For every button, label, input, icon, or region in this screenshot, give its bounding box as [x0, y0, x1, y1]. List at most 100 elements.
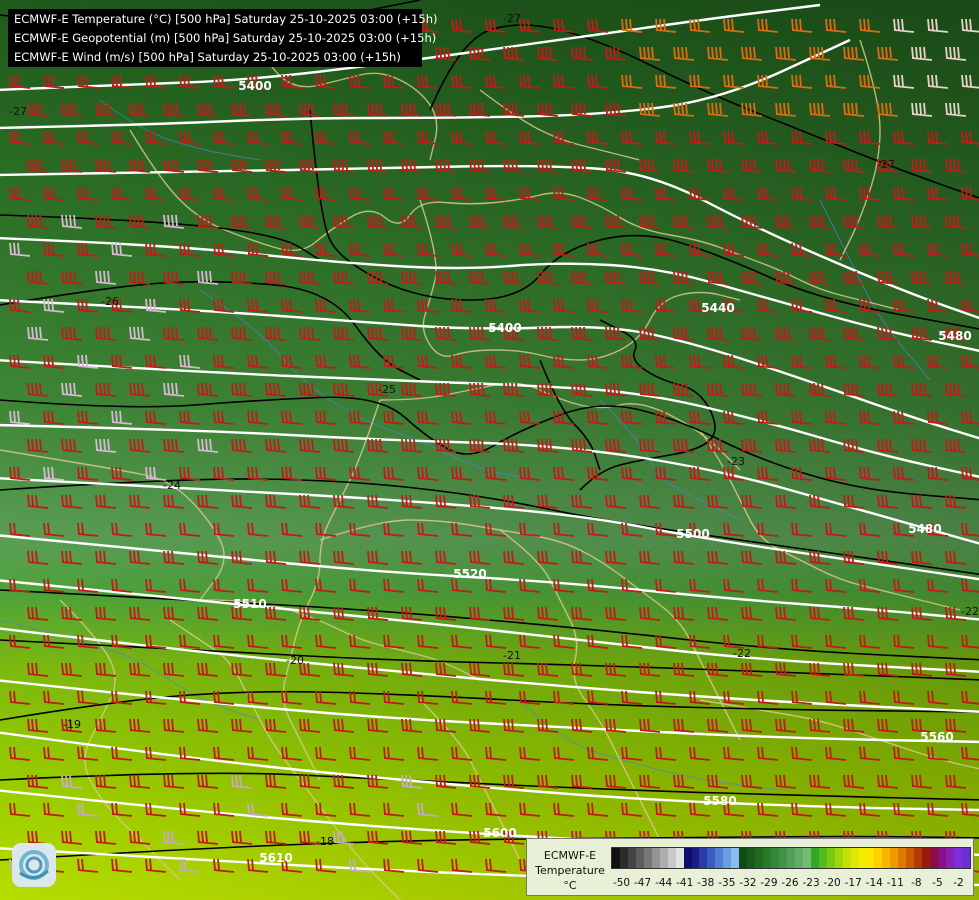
legend-swatch-2 [627, 848, 636, 868]
isotherm-label-1: -27 [877, 158, 895, 171]
legend-tick-13: -11 [886, 877, 904, 889]
legend-swatch-25 [810, 848, 819, 868]
legend-swatch-15 [731, 848, 740, 868]
geopotential-label-0: 5400 [238, 79, 271, 93]
legend-swatch-7 [667, 848, 676, 868]
map-title-box: ECMWF-E Temperature (°C) [500 hPa] Satur… [8, 9, 438, 67]
legend-swatch-16 [739, 848, 748, 868]
legend-swatch-17 [747, 848, 756, 868]
legend-swatch-29 [842, 848, 851, 868]
geopotential-label-7: 5510 [233, 597, 266, 611]
legend-tick-10: -20 [823, 877, 841, 889]
legend-swatch-31 [858, 848, 867, 868]
legend-swatch-24 [802, 848, 811, 868]
legend-swatch-38 [914, 848, 923, 868]
legend-tick-12: -14 [865, 877, 883, 889]
isotherm-label-12: -18 [316, 835, 334, 848]
isotherm-label-11: -19 [63, 718, 81, 731]
legend-tick-5: -35 [718, 877, 736, 889]
logo-icon[interactable] [12, 843, 56, 887]
legend-tick-0: -50 [612, 877, 631, 889]
legend-swatch-14 [723, 848, 732, 868]
geopotential-label-11: 5610 [259, 851, 292, 865]
legend-swatch-13 [715, 848, 724, 868]
legend-swatch-5 [651, 848, 660, 868]
isotherm-label-9: -21 [503, 649, 521, 662]
weather-map[interactable]: 5400 5400 5440 5480 5500 5480 5520 5510 5560 5580… [0, 0, 979, 900]
legend-unit: °C [563, 879, 577, 892]
legend-ticks: -50 -47 -44 -41 -38 -35 -32 -29 -26 -23 -20 -17 -14-… [611, 877, 969, 891]
legend-swatch-26 [818, 848, 827, 868]
legend-swatch-3 [635, 848, 644, 868]
legend-swatch-10 [691, 848, 700, 868]
legend-swatch-43 [953, 848, 962, 868]
legend-colorbar [611, 847, 971, 869]
legend-swatch-27 [826, 848, 835, 868]
legend-swatch-30 [850, 848, 859, 868]
isotherm-label-8: -22 [961, 605, 979, 618]
legend-swatch-19 [763, 848, 772, 868]
legend-title-line1: ECMWF-E [543, 849, 597, 862]
isotherm-label-7: -22 [733, 647, 751, 660]
legend-tick-6: -32 [739, 877, 757, 889]
legend-swatch-18 [755, 848, 764, 868]
isotherm-label-10: -20 [286, 654, 304, 667]
legend-swatch-22 [786, 848, 795, 868]
legend-swatch-0 [612, 848, 620, 868]
isotherm-label-3: -26 [101, 295, 119, 308]
geopotential-label-9: 5580 [703, 794, 736, 808]
isotherm-label-5: -24 [163, 479, 181, 492]
legend-tick-3: -41 [676, 877, 694, 889]
legend-title-line2: Temperature [535, 864, 605, 877]
isotherm-label-6: -23 [727, 455, 745, 468]
legend-tick-4: -38 [697, 877, 715, 889]
legend-tick-2: -44 [655, 877, 673, 889]
legend-tick-14: -8 [911, 877, 922, 889]
legend-swatch-44 [961, 848, 970, 868]
title-line-wind: ECMWF-E Wind (m/s) [500 hPa] Saturday 25… [14, 50, 401, 64]
legend-tick-9: -23 [802, 877, 820, 889]
legend-swatch-32 [866, 848, 875, 868]
legend-tick-7: -29 [760, 877, 778, 889]
legend-tick-8: -26 [781, 877, 799, 889]
legend-swatch-23 [794, 848, 803, 868]
legend-swatch-11 [699, 848, 708, 868]
legend-swatch-42 [946, 848, 954, 868]
legend-swatch-36 [898, 848, 907, 868]
temperature-legend: ECMWF-E Temperature °C -50 -47 -44 -41 -38 -3… [526, 838, 974, 896]
legend-title: ECMWF-E Temperature [529, 848, 611, 878]
legend-tick-16: -2 [953, 877, 964, 889]
geopotential-label-6: 5520 [453, 567, 486, 581]
geopotential-label-3: 5480 [938, 329, 971, 343]
legend-swatch-39 [922, 848, 931, 868]
isotherm-label-4: -25 [378, 383, 396, 396]
legend-swatch-21 [779, 848, 787, 868]
map-viewport[interactable]: 5400 5400 5440 5480 5500 5480 5520 5510 5560 5580… [0, 0, 979, 900]
geopotential-label-2: 5440 [701, 301, 734, 315]
legend-swatch-35 [890, 848, 899, 868]
legend-swatch-12 [707, 848, 716, 868]
geopotential-label-5: 5480 [908, 522, 941, 536]
legend-tick-15: -5 [932, 877, 943, 889]
legend-swatch-41 [938, 848, 947, 868]
title-line-geopotential: ECMWF-E Geopotential (m) [500 hPa] Satur… [14, 31, 437, 45]
legend-swatch-6 [659, 848, 668, 868]
isotherm-label-0: -27 [9, 105, 27, 118]
legend-swatch-1 [619, 848, 628, 868]
title-line-temperature: ECMWF-E Temperature (°C) [500 hPa] Satur… [14, 12, 438, 26]
legend-swatch-8 [675, 848, 684, 868]
legend-tick-1: -47 [634, 877, 652, 889]
geopotential-label-8: 5560 [920, 730, 953, 744]
legend-swatch-40 [930, 848, 939, 868]
geopotential-label-4: 5500 [676, 527, 709, 541]
legend-swatch-28 [834, 848, 843, 868]
geopotential-label-1: 5400 [488, 321, 521, 335]
legend-swatch-37 [906, 848, 915, 868]
swirl-icon [19, 850, 49, 880]
isotherm-label-2: -27 [503, 12, 521, 25]
legend-swatch-9 [683, 848, 692, 868]
legend-swatch-4 [643, 848, 652, 868]
geopotential-label-10: 5600 [483, 826, 516, 840]
legend-swatch-33 [874, 848, 883, 868]
legend-swatch-20 [771, 848, 780, 868]
